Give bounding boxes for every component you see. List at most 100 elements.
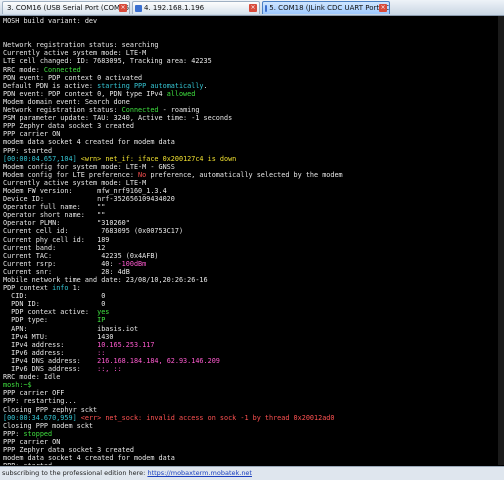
terminal-text: Current cell id: 7683095 (0x00753C17) — [3, 227, 184, 236]
close-icon[interactable]: × — [119, 4, 127, 12]
terminal-text: Network registration status: — [3, 106, 122, 115]
terminal-line: Currently active system mode: LTE-M — [3, 179, 504, 187]
terminal-line: CID: 0 — [3, 292, 504, 300]
terminal-text: [00:00:34.670,959] — [3, 413, 77, 422]
terminal-text: yes — [97, 308, 110, 317]
terminal-text: Operator short name: "" — [3, 211, 106, 220]
close-icon[interactable]: × — [379, 4, 387, 12]
terminal-line: IPv4 DNS address: 216.168.184.184, 62.93… — [3, 357, 504, 365]
terminal-line: IPv6 DNS address: ::, :: — [3, 365, 504, 373]
terminal-text: PPP carrier OFF — [3, 389, 65, 398]
tab-ssh[interactable]: 4. 192.168.1.196 × — [132, 1, 260, 14]
terminal-line: PDN event: PDP context 0 activated — [3, 74, 504, 82]
terminal-text: :: — [97, 348, 106, 357]
tab-label: 5. COM18 (JLink CDC UART Port (C — [269, 4, 389, 12]
terminal-text: PPP Zephyr data socket 3 created — [3, 445, 134, 454]
terminal-line: Default PDN is active: starting PPP auto… — [3, 82, 504, 90]
terminal-text: Operator full name: "" — [3, 203, 106, 212]
terminal-line: Current phy cell id: 189 — [3, 236, 504, 244]
terminal-text: Current band: 12 — [3, 243, 106, 252]
terminal-line: mosh:~$ — [3, 381, 504, 389]
terminal-text: <wrn> net_if: iface 0x200127c4 is down — [76, 154, 237, 163]
terminal-line: RRC mode: Idle — [3, 373, 504, 381]
terminal-text: 1: — [68, 284, 81, 293]
tab-com16[interactable]: 3. COM16 (USB Serial Port (COM16)) × — [2, 1, 130, 14]
terminal-line: Closing PPP modem sckt — [3, 422, 504, 430]
terminal-line: Closing PPP zephyr sckt — [3, 406, 504, 414]
terminal-text: PSM parameter update: TAU: 3240, Active … — [3, 114, 233, 123]
status-link[interactable]: https://mobaxterm.mobatek.net — [147, 469, 252, 477]
terminal-text: Current rsrp: 40: — [3, 259, 118, 268]
terminal-text: PDN event: PDP context 0, PDN type IPv4 — [3, 89, 167, 98]
terminal-line: Mobile network time and date: 23/08/10,2… — [3, 276, 504, 284]
terminal-text: modem data socket 4 created for modem da… — [3, 138, 175, 147]
terminal-line: PPP: started — [3, 147, 504, 155]
terminal-text: Connected — [43, 65, 81, 74]
terminal-text: PPP: — [3, 429, 24, 438]
terminal-line: APN: ibasis.iot — [3, 325, 504, 333]
terminal-line: PPP Zephyr data socket 3 created — [3, 122, 504, 130]
terminal-area[interactable]: MOSH build variant: dev Network registrat… — [0, 16, 504, 465]
terminal-line: Network registration status: searching — [3, 41, 504, 49]
terminal-text: Currently active system mode: LTE-M — [3, 49, 147, 58]
terminal-text: 216.168.184.184, 62.93.146.209 — [97, 356, 220, 365]
terminal-line: PPP: restarting... — [3, 397, 504, 405]
terminal-line: PDN event: PDP context 0, PDN type IPv4 … — [3, 90, 504, 98]
terminal-text: Current TAC: 42235 (0x4AFB) — [3, 251, 159, 260]
terminal-line: Network registration status: Connected -… — [3, 106, 504, 114]
close-icon[interactable]: × — [249, 4, 257, 12]
tab-bar: 3. COM16 (USB Serial Port (COM16)) × 4. … — [0, 0, 504, 16]
terminal-text: Modem domain event: Search done — [3, 97, 130, 106]
terminal-text: Device ID: nrf-352656109434020 — [3, 195, 175, 204]
terminal-text: Connected — [121, 106, 159, 115]
terminal-text: PDP context — [3, 284, 53, 293]
scrollbar[interactable] — [498, 16, 504, 465]
terminal-text: [00:00:04.657,104] — [3, 154, 77, 163]
terminal-text: PPP: started — [3, 462, 52, 465]
terminal-text: PDP context active: — [3, 308, 98, 317]
terminal-line: Current band: 12 — [3, 244, 504, 252]
terminal-text: modem data socket 4 created for modem da… — [3, 454, 175, 463]
terminal-line: modem data socket 4 created for modem da… — [3, 138, 504, 146]
terminal-line: Device ID: nrf-352656109434020 — [3, 195, 504, 203]
terminal-line: PDP context info 1: — [3, 284, 504, 292]
terminal-line: Operator full name: "" — [3, 203, 504, 211]
terminal-text: Modem config for system mode: LTE-M - GN… — [3, 162, 175, 171]
terminal-line: MOSH build variant: dev — [3, 17, 504, 25]
terminal-text: PPP Zephyr data socket 3 created — [3, 122, 134, 131]
terminal-text: . — [203, 81, 208, 90]
terminal-line: PDN ID: 0 — [3, 300, 504, 308]
terminal-text: 10.165.253.117 — [97, 340, 155, 349]
terminal-text: MOSH build variant: dev — [3, 17, 98, 25]
terminal-line: IPv6 address: :: — [3, 349, 504, 357]
terminal-text: starting PPP automatically — [97, 81, 204, 90]
terminal-line: PDP type: IP — [3, 316, 504, 324]
tab-com18[interactable]: 5. COM18 (JLink CDC UART Port (C × — [262, 1, 390, 14]
terminal-icon — [265, 4, 268, 12]
terminal-text: info — [52, 284, 69, 293]
terminal-line: [00:00:04.657,104] <wrn> net_if: iface 0… — [3, 155, 504, 163]
terminal-line: Modem domain event: Search done — [3, 98, 504, 106]
terminal-line: PPP carrier ON — [3, 438, 504, 446]
terminal-line: PSM parameter update: TAU: 3240, Active … — [3, 114, 504, 122]
terminal-text: PPP carrier ON — [3, 130, 61, 139]
terminal-line: PPP: stopped — [3, 430, 504, 438]
terminal-text: Default PDN is active: — [3, 81, 98, 90]
terminal-line: PPP carrier ON — [3, 130, 504, 138]
terminal-line: Current snr: 28: 4dB — [3, 268, 504, 276]
terminal-text: Operator PLMN: "310260" — [3, 219, 130, 228]
terminal-line: Operator short name: "" — [3, 211, 504, 219]
terminal-text: APN: ibasis.iot — [3, 324, 139, 333]
terminal-line: Current rsrp: 40: -100dBm — [3, 260, 504, 268]
terminal-line: RRC mode: Connected — [3, 66, 504, 74]
terminal-text: PPP carrier ON — [3, 437, 61, 446]
terminal-text: PDN event: PDP context 0 activated — [3, 73, 143, 82]
terminal-line: PPP Zephyr data socket 3 created — [3, 446, 504, 454]
status-text: subscribing to the professional edition … — [2, 469, 148, 477]
terminal-output: MOSH build variant: dev Network registrat… — [0, 16, 504, 465]
terminal-line: Modem config for system mode: LTE-M - GN… — [3, 163, 504, 171]
tab-label: 4. 192.168.1.196 — [144, 4, 205, 12]
terminal-text: IPv4 DNS address: — [3, 356, 98, 365]
terminal-line: modem data socket 4 created for modem da… — [3, 454, 504, 462]
